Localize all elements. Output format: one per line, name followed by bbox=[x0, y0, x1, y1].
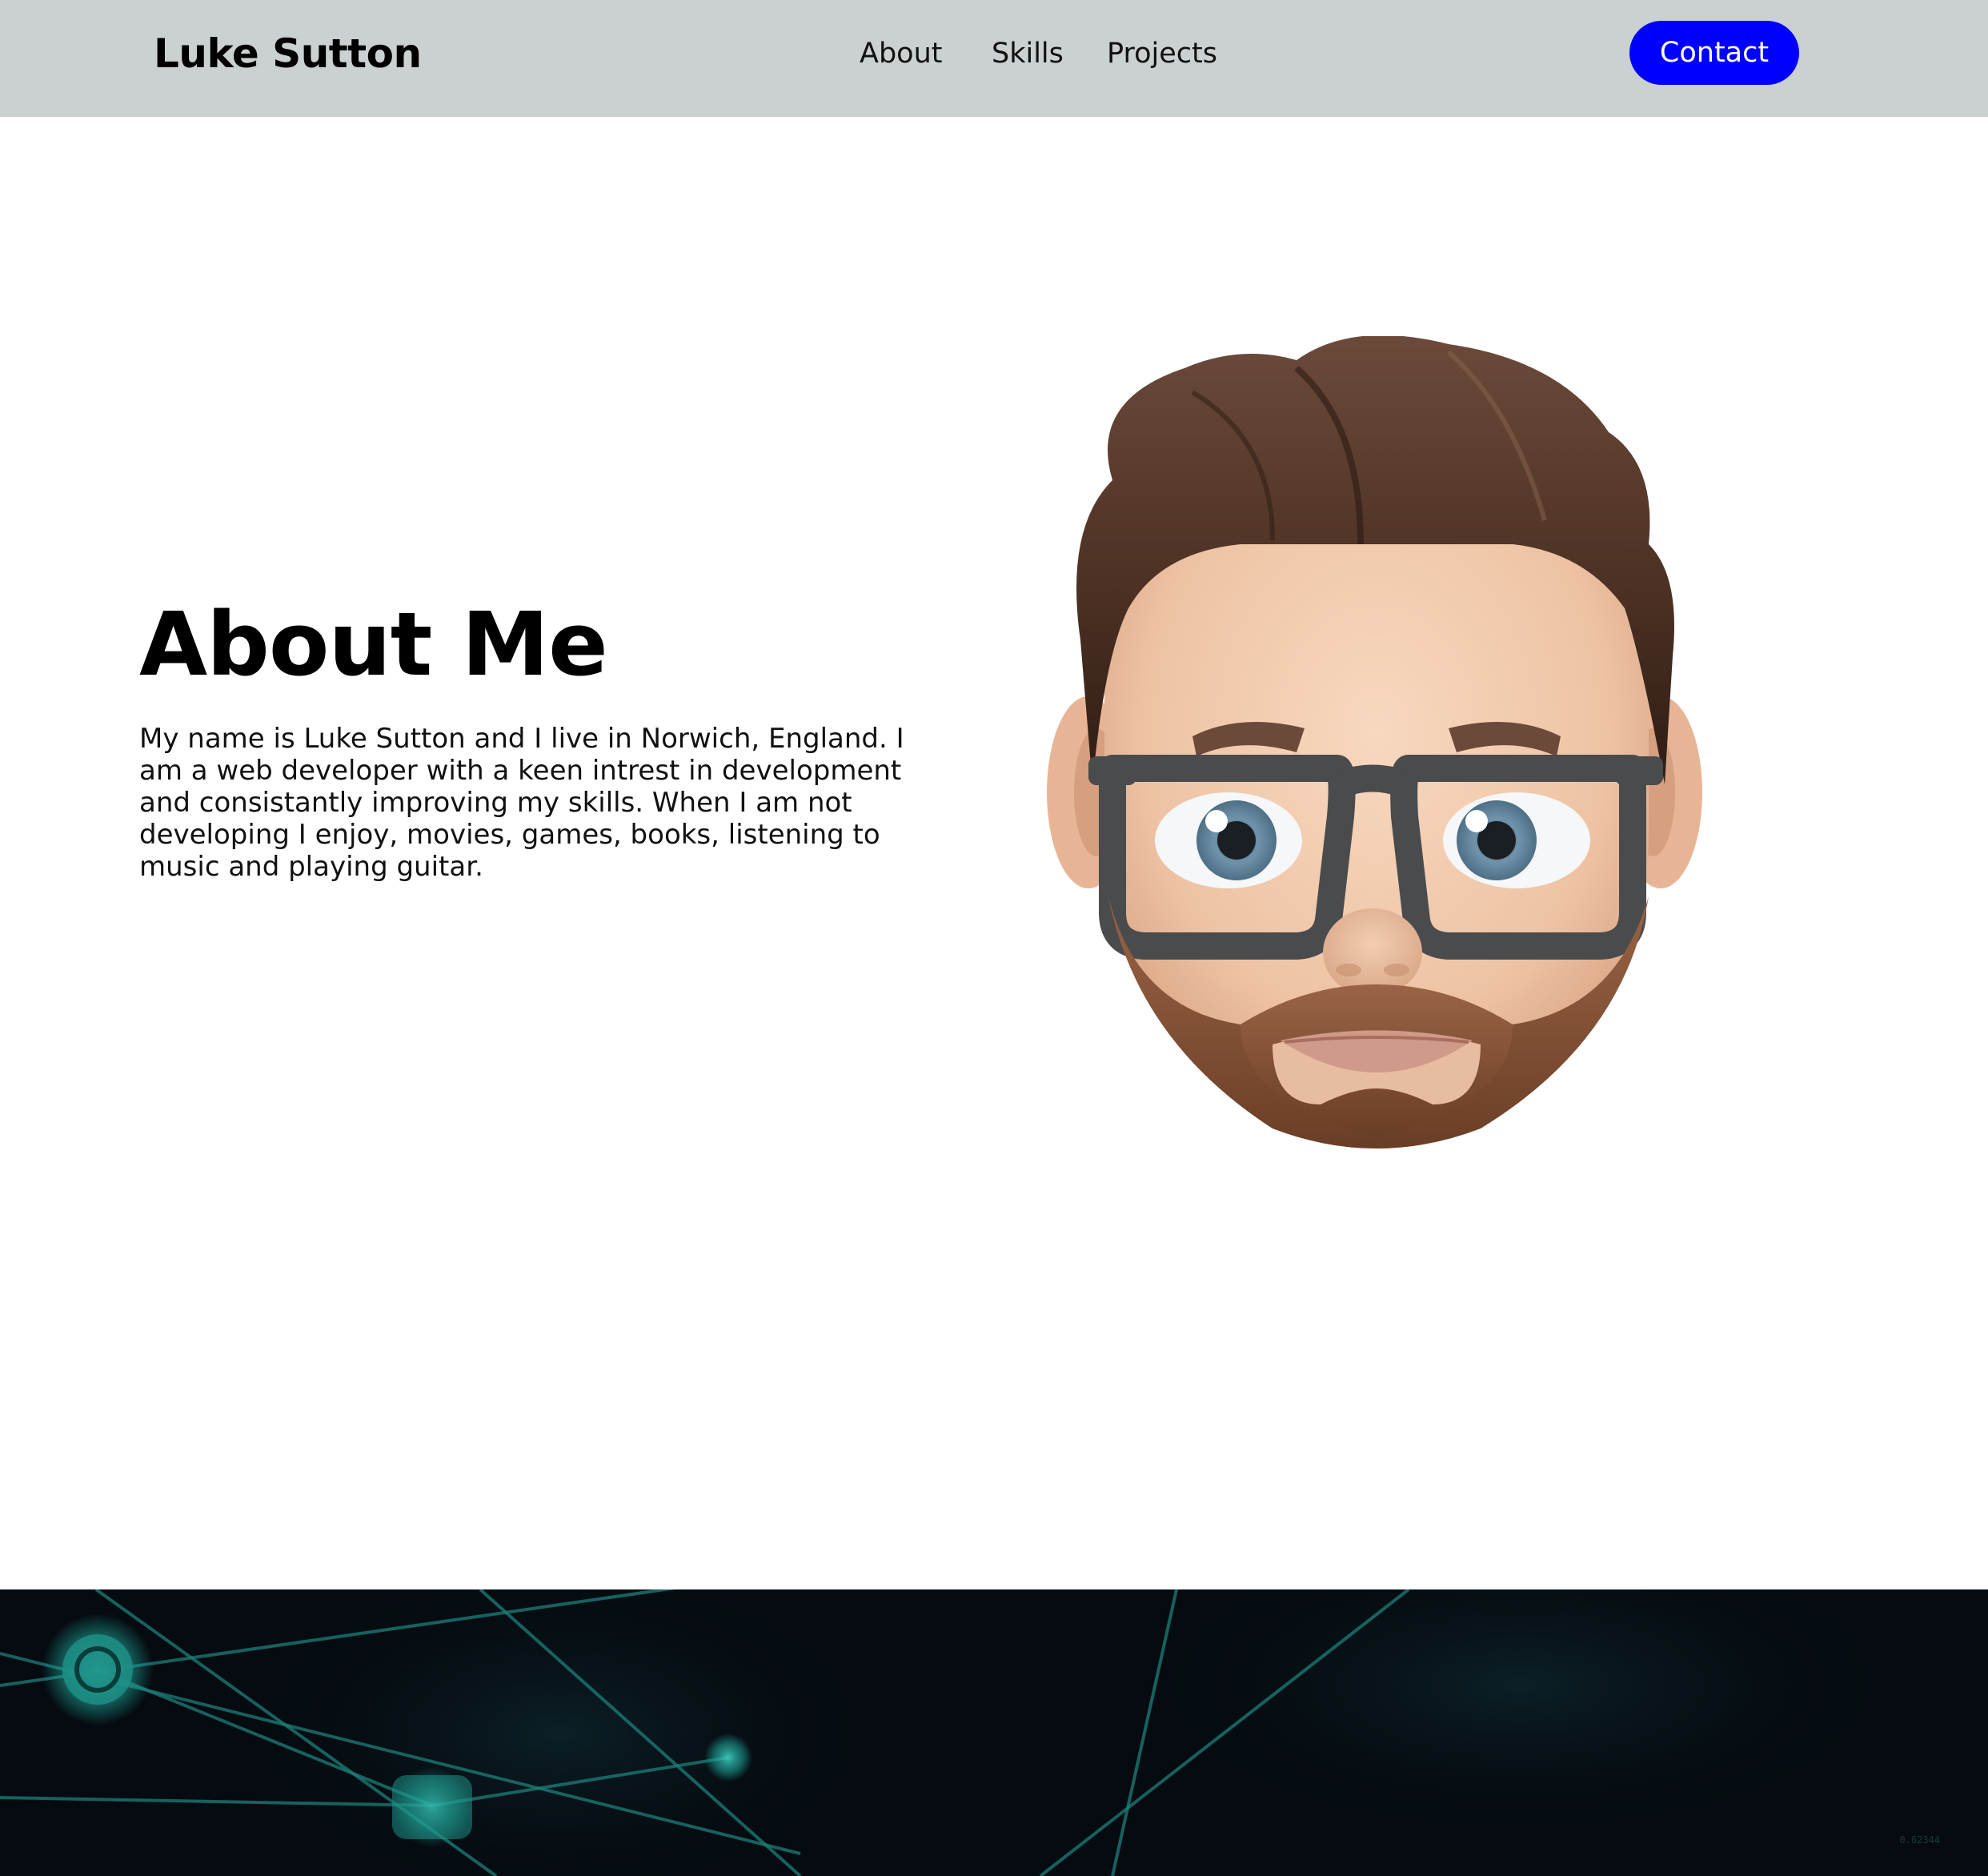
network-background-band: 0.62344 bbox=[0, 1589, 1988, 1876]
contact-button[interactable]: Contact bbox=[1629, 21, 1799, 85]
background-code-tag: 0.62344 bbox=[1899, 1834, 1940, 1846]
nav-link-skills[interactable]: Skills bbox=[992, 30, 1064, 77]
nav-link-projects[interactable]: Projects bbox=[1107, 30, 1217, 77]
top-nav-bar: Luke Sutton About Skills Projects Contac… bbox=[0, 0, 1988, 117]
nav-link-about[interactable]: About bbox=[860, 30, 942, 77]
brand-name[interactable]: Luke Sutton bbox=[154, 26, 422, 82]
memoji-avatar-image bbox=[1047, 336, 1702, 1148]
about-description: My name is Luke Sutton and I live in Nor… bbox=[139, 723, 904, 883]
nose bbox=[1323, 908, 1422, 996]
about-title: About Me bbox=[139, 593, 608, 695]
network-lines-graphic bbox=[0, 1589, 1921, 1876]
